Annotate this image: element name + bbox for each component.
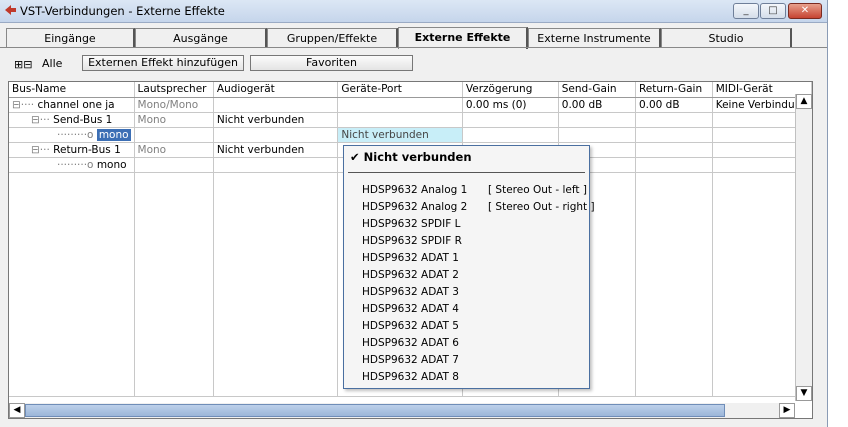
bus-name-cell[interactable]: ⊟··· Send-Bus 1 [9, 112, 135, 128]
tab-external-effects[interactable]: Externe Effekte [398, 27, 528, 49]
device-port-cell[interactable] [337, 112, 463, 128]
return-gain-cell[interactable] [635, 157, 713, 173]
delay-cell[interactable] [462, 127, 559, 143]
scroll-left-icon[interactable]: ◀ [9, 403, 25, 418]
device-port-cell-active[interactable]: Nicht verbunden [337, 127, 463, 143]
dropdown-item[interactable]: HDSP9632 ADAT 7 [362, 354, 459, 366]
header-bus-name[interactable]: Bus-Name [9, 82, 135, 98]
speaker-cell[interactable] [134, 127, 214, 143]
toolbar: ⊞⊟ Alle Externen Effekt hinzufügen Favor… [0, 52, 827, 74]
header-device-port[interactable]: Geräte-Port [337, 82, 463, 98]
device-port-cell[interactable] [337, 97, 463, 113]
dropdown-item-assignment: [ Stereo Out - right ] [488, 201, 595, 213]
window-title: VST-Verbindungen - Externe Effekte [20, 4, 225, 18]
dropdown-item[interactable]: HDSP9632 ADAT 1 [362, 252, 459, 264]
scroll-down-icon[interactable]: ▼ [796, 386, 812, 401]
bus-name-selected: mono [96, 128, 131, 141]
speaker-cell[interactable]: Mono [134, 112, 214, 128]
header-delay[interactable]: Verzögerung [462, 82, 559, 98]
send-gain-cell[interactable]: 0.00 dB [558, 97, 636, 113]
scroll-up-icon[interactable]: ▲ [796, 94, 812, 109]
tree-connector: ·········o [57, 128, 94, 141]
return-gain-cell[interactable] [635, 112, 713, 128]
bus-name: channel one ja [37, 98, 115, 111]
minimize-button[interactable]: _ [733, 3, 759, 19]
dropdown-item[interactable]: HDSP9632 SPDIF L [362, 218, 460, 230]
delay-cell[interactable]: 0.00 ms (0) [462, 97, 559, 113]
tree-connector[interactable]: ⊟··· [31, 144, 50, 156]
speaker-cell[interactable] [134, 157, 214, 173]
tree-connector: ·········o [57, 158, 94, 171]
dropdown-separator [348, 172, 585, 173]
audio-device-cell[interactable] [213, 97, 339, 113]
dropdown-item[interactable]: HDSP9632 ADAT 5 [362, 320, 459, 332]
tree-connector[interactable]: ⊟··· [31, 114, 50, 126]
horizontal-scrollbar[interactable]: ◀ ▶ [9, 403, 795, 418]
dropdown-item[interactable]: HDSP9632 ADAT 8 [362, 371, 459, 383]
dropdown-item[interactable]: HDSP9632 ADAT 4 [362, 303, 459, 315]
header-send-gain[interactable]: Send-Gain [558, 82, 636, 98]
dropdown-item-assignment: [ Stereo Out - left ] [488, 184, 587, 196]
close-button[interactable]: ✕ [788, 3, 822, 19]
port-dropdown-menu: ✔ Nicht verbunden HDSP9632 Analog 1 [ St… [343, 145, 595, 389]
send-gain-cell[interactable] [558, 112, 636, 128]
delay-cell[interactable] [462, 112, 559, 128]
tab-divider [0, 47, 827, 48]
dropdown-item[interactable]: HDSP9632 ADAT 2 [362, 269, 459, 281]
speaker-cell[interactable]: Mono/Mono [134, 97, 214, 113]
send-gain-cell[interactable] [558, 127, 636, 143]
return-gain-cell[interactable] [635, 127, 713, 143]
bus-name: Return-Bus 1 [53, 143, 121, 156]
tab-bar: Eingänge Ausgänge Gruppen/Effekte Extern… [0, 24, 827, 49]
dropdown-item[interactable]: HDSP9632 ADAT 3 [362, 286, 459, 298]
dropdown-item[interactable]: HDSP9632 Analog 1 [362, 184, 467, 196]
all-label: Alle [42, 57, 63, 70]
bus-name: Send-Bus 1 [53, 113, 113, 126]
cubase-logo-icon [5, 5, 16, 15]
dropdown-item[interactable]: HDSP9632 SPDIF R [362, 235, 462, 247]
title-bar[interactable]: VST-Verbindungen - Externe Effekte _ □ ✕ [0, 0, 827, 23]
table-row[interactable]: ⊟···· channel one ja Mono/Mono 0.00 ms (… [9, 97, 812, 113]
tree-connector[interactable]: ⊟···· [12, 99, 34, 111]
vst-connections-window: VST-Verbindungen - Externe Effekte _ □ ✕… [0, 0, 828, 427]
bus-name-cell[interactable]: ⊟··· Return-Bus 1 [9, 142, 135, 158]
bus-name: mono [96, 158, 127, 171]
speaker-cell[interactable]: Mono [134, 142, 214, 158]
favorites-button[interactable]: Favoriten [250, 55, 413, 71]
table-row[interactable]: ·········o mono Nicht verbunden [9, 127, 812, 143]
return-gain-cell[interactable] [635, 142, 713, 158]
add-external-effect-button[interactable]: Externen Effekt hinzufügen [82, 55, 244, 71]
tab-studio[interactable]: Studio [661, 28, 792, 48]
dropdown-item[interactable]: HDSP9632 Analog 2 [362, 201, 467, 213]
table-row[interactable]: ⊟··· Send-Bus 1 Mono Nicht verbunden [9, 112, 812, 128]
dropdown-item[interactable]: HDSP9632 ADAT 6 [362, 337, 459, 349]
audio-device-cell[interactable] [213, 157, 339, 173]
maximize-button[interactable]: □ [760, 3, 786, 19]
tab-groups-effects[interactable]: Gruppen/Effekte [267, 28, 398, 48]
vertical-scrollbar[interactable]: ▲ ▼ [795, 94, 812, 401]
header-speaker[interactable]: Lautsprecher [134, 82, 214, 98]
horizontal-scroll-thumb[interactable] [25, 404, 725, 417]
tab-external-instruments[interactable]: Externe Instrumente [528, 28, 661, 48]
dropdown-item-not-connected[interactable]: ✔ Nicht verbunden [350, 150, 472, 164]
bus-name-cell[interactable]: ⊟···· channel one ja [9, 97, 135, 113]
header-return-gain[interactable]: Return-Gain [635, 82, 713, 98]
bus-name-cell[interactable]: ·········o mono [9, 127, 135, 143]
header-audio-device[interactable]: Audiogerät [213, 82, 339, 98]
table-header: Bus-Name Lautsprecher Audiogerät Geräte-… [9, 82, 812, 98]
tab-outputs[interactable]: Ausgänge [135, 28, 267, 48]
return-gain-cell[interactable]: 0.00 dB [635, 97, 713, 113]
audio-device-cell[interactable] [213, 127, 339, 143]
bus-name-cell[interactable]: ·········o mono [9, 157, 135, 173]
expand-collapse-icon[interactable]: ⊞⊟ [14, 58, 32, 71]
audio-device-cell[interactable]: Nicht verbunden [213, 142, 339, 158]
scroll-right-icon[interactable]: ▶ [779, 403, 795, 418]
audio-device-cell[interactable]: Nicht verbunden [213, 112, 339, 128]
tab-inputs[interactable]: Eingänge [6, 28, 135, 48]
